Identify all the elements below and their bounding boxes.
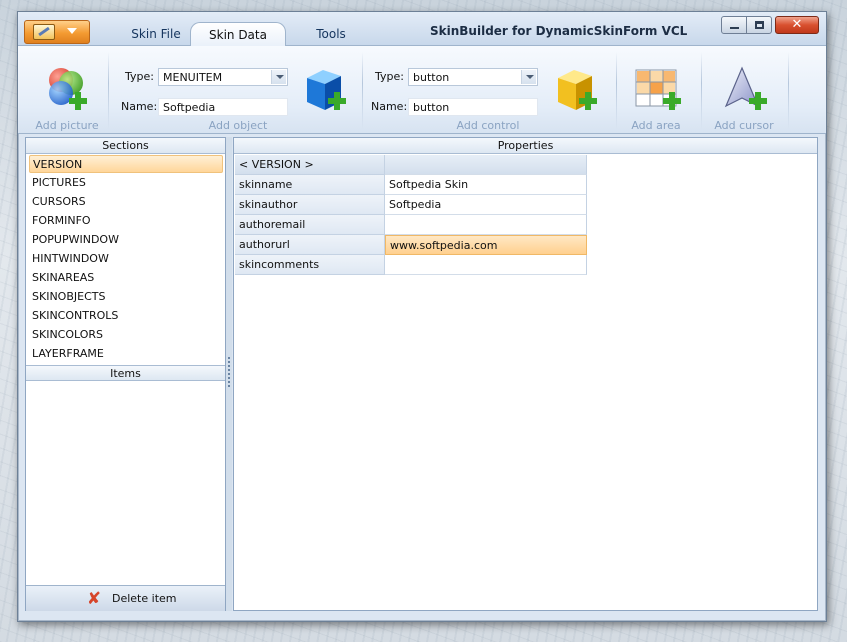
- object-name-label: Name:: [121, 100, 158, 113]
- delete-item-label: Delete item: [112, 592, 177, 605]
- object-type-value: MENUITEM: [163, 71, 223, 84]
- add-control-icon[interactable]: [552, 66, 602, 116]
- section-item-forminfo[interactable]: FORMINFO: [29, 212, 223, 230]
- add-cursor-caption[interactable]: Add cursor: [708, 119, 780, 132]
- items-list[interactable]: [26, 382, 225, 584]
- maximize-icon: [755, 21, 764, 29]
- property-key-authorurl[interactable]: authorurl: [235, 235, 385, 255]
- property-value-skinauthor[interactable]: Softpedia: [385, 195, 587, 215]
- group-divider: [701, 52, 702, 130]
- tab-tools[interactable]: Tools: [286, 22, 376, 46]
- chevron-down-icon[interactable]: [521, 70, 536, 84]
- chevron-down-icon[interactable]: [271, 70, 286, 84]
- property-value-authoremail[interactable]: [385, 215, 587, 235]
- app-window: Skin File Skin Data Tools SkinBuilder fo…: [17, 11, 827, 622]
- maximize-button[interactable]: [746, 16, 772, 34]
- property-row: skincomments: [235, 255, 587, 275]
- property-row: authoremail: [235, 215, 587, 235]
- add-picture-caption[interactable]: Add picture: [32, 119, 102, 132]
- window-title: SkinBuilder for DynamicSkinForm VCL: [430, 24, 688, 38]
- delete-icon: ✘: [86, 589, 102, 609]
- property-group-row: < VERSION >: [235, 155, 587, 175]
- group-divider: [788, 52, 789, 130]
- add-area-icon[interactable]: [634, 66, 684, 116]
- section-item-pictures[interactable]: PICTURES: [29, 174, 223, 192]
- section-item-version[interactable]: VERSION: [29, 155, 223, 173]
- section-item-skincontrols[interactable]: SKINCONTROLS: [29, 307, 223, 325]
- section-item-cursors[interactable]: CURSORS: [29, 193, 223, 211]
- control-name-input[interactable]: button: [408, 98, 538, 116]
- properties-header: Properties: [234, 138, 817, 154]
- add-object-icon[interactable]: [301, 66, 351, 116]
- items-header: Items: [26, 365, 225, 381]
- delete-item-button[interactable]: ✘ Delete item: [26, 585, 225, 611]
- property-row: skinname Softpedia Skin: [235, 175, 587, 195]
- sections-panel: Sections VERSION PICTURES CURSORS FORMINFO P…: [25, 137, 226, 611]
- add-picture-icon[interactable]: [42, 66, 92, 114]
- property-key-authoremail[interactable]: authoremail: [235, 215, 385, 235]
- section-item-layerframe[interactable]: LAYERFRAME: [29, 345, 223, 363]
- property-value-authorurl[interactable]: www.softpedia.com: [385, 235, 587, 255]
- add-cursor-icon[interactable]: [722, 66, 772, 116]
- control-type-select[interactable]: button: [408, 68, 538, 86]
- close-button[interactable]: ✕: [775, 16, 819, 34]
- splitter-grip-icon: [228, 357, 230, 387]
- add-object-caption[interactable]: Add object: [196, 119, 280, 132]
- properties-panel: Properties < VERSION > skinname Softpedia…: [233, 137, 818, 611]
- minimize-icon: [730, 27, 739, 29]
- add-area-caption[interactable]: Add area: [624, 119, 688, 132]
- app-menu-button[interactable]: [24, 20, 90, 44]
- control-name-label: Name:: [371, 100, 408, 113]
- object-name-input[interactable]: Softpedia: [158, 98, 288, 116]
- tab-skin-data[interactable]: Skin Data: [190, 22, 286, 46]
- property-row: skinauthor Softpedia: [235, 195, 587, 215]
- object-type-select[interactable]: MENUITEM: [158, 68, 288, 86]
- control-type-value: button: [413, 71, 450, 84]
- chevron-down-icon: [67, 28, 77, 34]
- property-key-skincomments[interactable]: skincomments: [235, 255, 385, 275]
- close-icon: ✕: [791, 17, 803, 32]
- group-divider: [616, 52, 617, 130]
- section-item-hintwindow[interactable]: HINTWINDOW: [29, 250, 223, 268]
- property-key-skinauthor[interactable]: skinauthor: [235, 195, 385, 215]
- control-type-label: Type:: [375, 70, 404, 83]
- title-bar: Skin File Skin Data Tools SkinBuilder fo…: [18, 12, 826, 46]
- ribbon: Add picture Type: MENUITEM Name: Softped…: [18, 46, 826, 134]
- section-item-skincolors[interactable]: SKINCOLORS: [29, 326, 223, 344]
- property-group-value: [385, 155, 587, 175]
- add-control-caption[interactable]: Add control: [438, 119, 538, 132]
- sections-header: Sections: [26, 138, 225, 154]
- property-value-skinname[interactable]: Softpedia Skin: [385, 175, 587, 195]
- property-value-skincomments[interactable]: [385, 255, 587, 275]
- minimize-button[interactable]: [721, 16, 747, 34]
- group-divider: [362, 52, 363, 130]
- group-divider: [108, 52, 109, 130]
- property-row: authorurl www.softpedia.com: [235, 235, 587, 255]
- panel-splitter[interactable]: [226, 137, 232, 611]
- section-item-popupwindow[interactable]: POPUPWINDOW: [29, 231, 223, 249]
- property-key-skinname[interactable]: skinname: [235, 175, 385, 195]
- object-type-label: Type:: [125, 70, 154, 83]
- section-item-skinobjects[interactable]: SKINOBJECTS: [29, 288, 223, 306]
- property-group-label[interactable]: < VERSION >: [235, 155, 385, 175]
- app-logo-icon: [33, 24, 55, 40]
- section-item-skinareas[interactable]: SKINAREAS: [29, 269, 223, 287]
